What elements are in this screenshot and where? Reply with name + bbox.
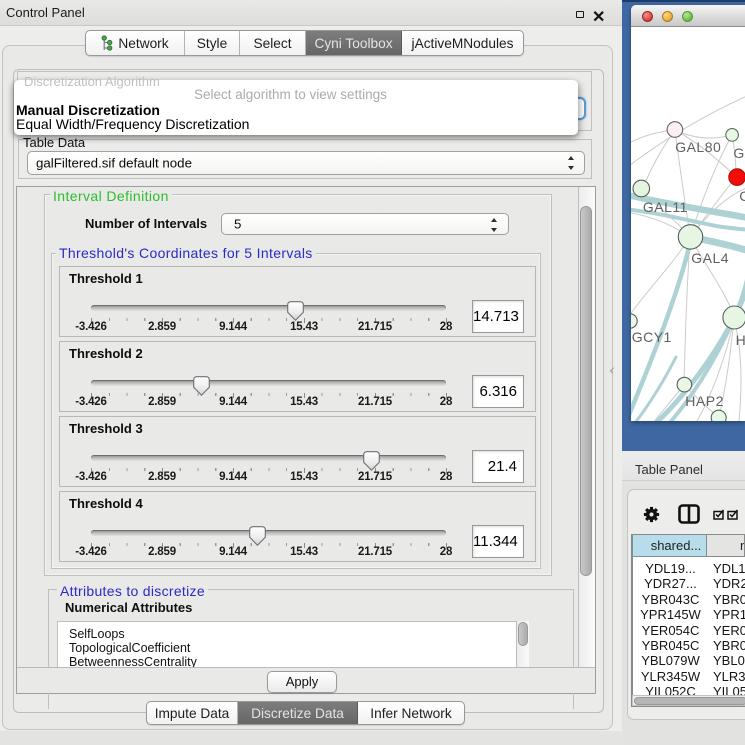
- svg-text:HI: HI: [736, 332, 745, 348]
- svg-text:GAL80: GAL80: [675, 139, 721, 155]
- svg-text:GAL4: GAL4: [691, 250, 729, 266]
- svg-text:HAP2: HAP2: [685, 393, 724, 409]
- svg-text:GCY1: GCY1: [632, 329, 672, 345]
- svg-text:GAL11: GAL11: [643, 199, 688, 215]
- svg-text:CR: CR: [739, 188, 745, 204]
- svg-text:GAL2: GAL2: [733, 145, 745, 161]
